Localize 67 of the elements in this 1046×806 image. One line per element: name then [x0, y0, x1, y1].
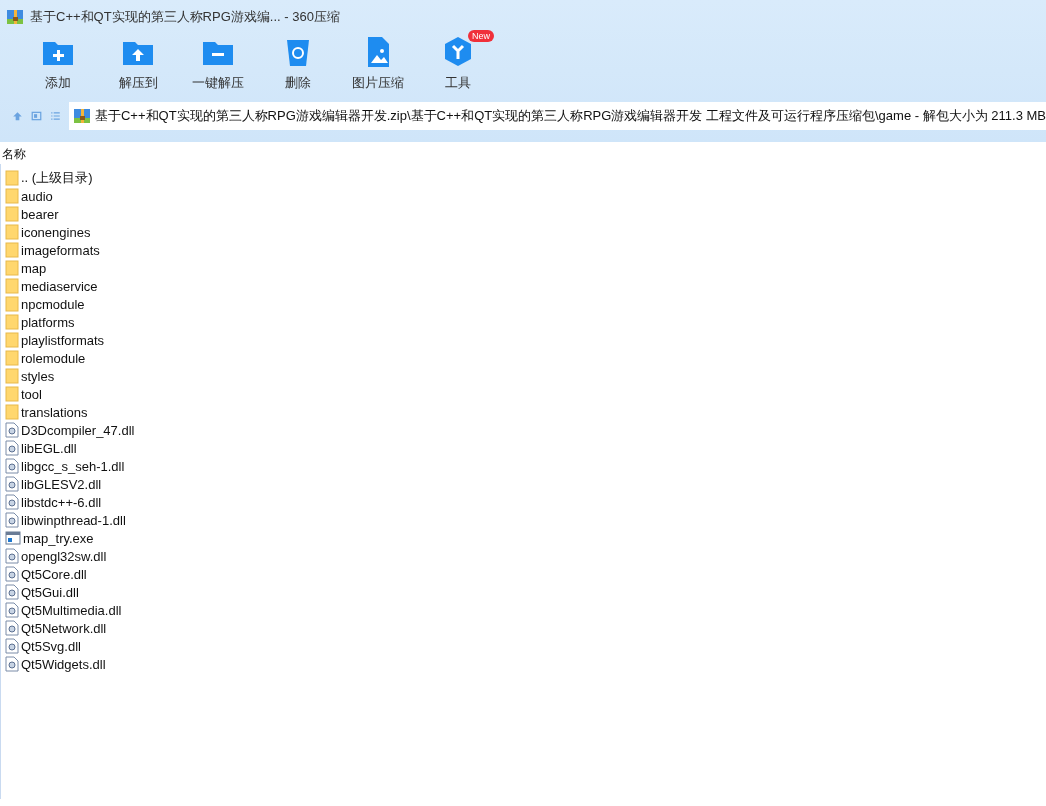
folder-icon	[5, 386, 19, 402]
folder-icon	[5, 188, 19, 204]
folder-icon	[5, 278, 19, 294]
file-name[interactable]: rolemodule	[21, 350, 86, 366]
column-header[interactable]: 名称	[0, 142, 1046, 164]
file-gear-icon	[5, 638, 19, 654]
file-name[interactable]: Qt5Gui.dll	[21, 584, 79, 600]
file-gear-icon	[5, 422, 19, 438]
file-name[interactable]: libgcc_s_seh-1.dll	[21, 458, 125, 474]
archive-icon	[6, 8, 24, 26]
file-gear-icon	[5, 512, 19, 528]
file-name[interactable]: styles	[21, 368, 55, 384]
archive-icon	[72, 107, 91, 125]
window-icon	[5, 530, 21, 546]
folder-icon	[5, 314, 19, 330]
file-name[interactable]: Qt5Core.dll	[21, 566, 87, 582]
new-badge: New	[468, 30, 494, 42]
file-name[interactable]: opengl32sw.dll	[21, 548, 107, 564]
folder-icon	[5, 242, 19, 258]
file-gear-icon	[5, 458, 19, 474]
file-gear-icon	[5, 584, 19, 600]
window-title: 基于C++和QT实现的第三人称RPG游戏编... - 360压缩	[30, 8, 340, 26]
file-name[interactable]: Qt5Widgets.dll	[21, 656, 106, 672]
file-gear-icon	[5, 548, 19, 564]
folder-icon	[5, 296, 19, 312]
folder-icon	[5, 224, 19, 240]
file-name[interactable]: libEGL.dll	[21, 440, 77, 456]
file-name[interactable]: map_try.exe	[23, 530, 94, 546]
file-name[interactable]: libstdc++-6.dll	[21, 494, 102, 510]
file-name[interactable]: bearer	[21, 206, 59, 222]
file-gear-icon	[5, 656, 19, 672]
folder-icon	[5, 170, 19, 186]
folder-icon	[5, 206, 19, 222]
toolbar-button[interactable]: 删除	[258, 34, 338, 96]
file-name[interactable]: .. (上级目录)	[21, 169, 93, 187]
file-name[interactable]: iconengines	[21, 224, 91, 240]
file-gear-icon	[5, 494, 19, 510]
file-name[interactable]: Qt5Network.dll	[21, 620, 107, 636]
file-name[interactable]: map	[21, 260, 47, 276]
toolbar-button[interactable]: 图片压缩	[338, 34, 418, 96]
file-name[interactable]: libwinpthread-1.dll	[21, 512, 126, 528]
file-gear-icon	[5, 440, 19, 456]
folder-icon	[5, 332, 19, 348]
file-name[interactable]: tool	[21, 386, 42, 402]
file-gear-icon	[5, 602, 19, 618]
file-name[interactable]: npcmodule	[21, 296, 85, 312]
file-name[interactable]: playlistformats	[21, 332, 105, 348]
file-name[interactable]: mediaservice	[21, 278, 98, 294]
folder-icon	[5, 350, 19, 366]
address-field[interactable]: 基于C++和QT实现的第三人称RPG游戏编辑器开发.zip\基于C++和QT实现的第三人称RPG游戏编辑器开发 工程文件及可运行程序压缩包\game - 解包大小为 211.3 MB	[68, 102, 1046, 130]
file-name[interactable]: platforms	[21, 314, 75, 330]
file-name[interactable]: audio	[21, 188, 53, 204]
file-name[interactable]: Qt5Multimedia.dll	[21, 602, 122, 618]
file-name[interactable]: imageformats	[21, 242, 100, 258]
file-name[interactable]: D3Dcompiler_47.dll	[21, 422, 135, 438]
toolbar-button[interactable]: 添加	[18, 34, 98, 96]
folder-icon	[5, 368, 19, 384]
toolbar-button[interactable]: 一键解压	[178, 34, 258, 96]
folder-icon	[5, 260, 19, 276]
file-name[interactable]: Qt5Svg.dll	[21, 638, 81, 654]
toolbar-button[interactable]: 解压到	[98, 34, 178, 96]
file-name[interactable]: translations	[21, 404, 88, 420]
file-gear-icon	[5, 476, 19, 492]
folder-icon	[5, 404, 19, 420]
file-gear-icon	[5, 620, 19, 636]
file-gear-icon	[5, 566, 19, 582]
file-name[interactable]: libGLESV2.dll	[21, 476, 102, 492]
